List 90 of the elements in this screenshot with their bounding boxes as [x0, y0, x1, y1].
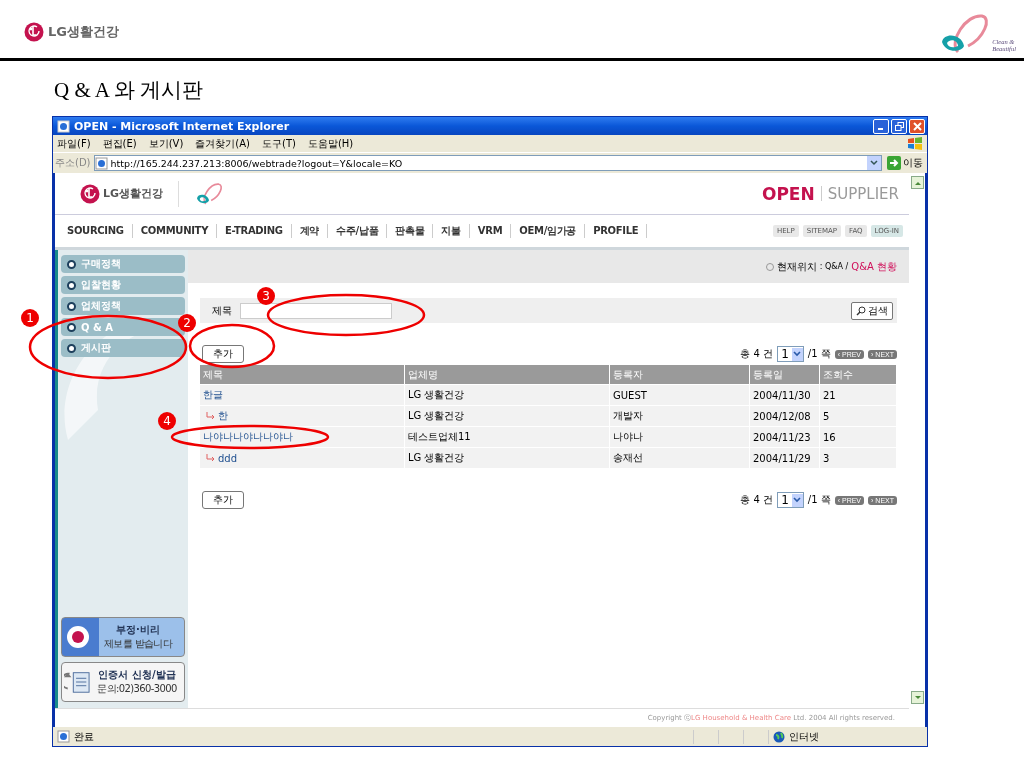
restore-icon: [894, 121, 904, 131]
page-count: /1 쪽: [807, 347, 831, 361]
close-button[interactable]: [909, 118, 925, 134]
table-cell: 2004/11/30: [750, 385, 820, 405]
post-title-link[interactable]: 한글: [203, 388, 223, 402]
page-select[interactable]: 1: [777, 346, 804, 362]
search-icon: [856, 305, 866, 316]
column-header: 제목: [200, 365, 405, 384]
windows-flag-icon: [907, 136, 923, 151]
table-cell: 21: [820, 385, 897, 405]
column-header: 등록자: [610, 365, 750, 384]
lg-logo-icon: [80, 183, 100, 204]
page-icon: [94, 156, 108, 170]
table-cell: LG 생활건강: [405, 448, 610, 468]
banner[interactable]: 인증서 신청/발급 문의:02)360-3000: [61, 662, 185, 702]
add-button[interactable]: 추가: [202, 345, 244, 363]
banner[interactable]: 부정·비리 제보를 받습니다: [61, 617, 185, 657]
address-field[interactable]: http://165.244.237.213:8006/webtrade?logout=Y&locale=KO: [93, 155, 882, 171]
lg-logo-icon: [24, 22, 44, 42]
column-header: 업체명: [405, 365, 610, 384]
post-title-link[interactable]: 한: [218, 409, 228, 423]
nav-link[interactable]: 계약: [291, 224, 329, 238]
table-cell: 3: [820, 448, 897, 468]
nav-link[interactable]: OEM/임가공: [511, 224, 586, 238]
arrow-icon: [887, 156, 901, 170]
nav-link[interactable]: 지불: [433, 224, 470, 238]
table-cell: 개발자: [610, 406, 750, 426]
search-field[interactable]: [240, 302, 392, 319]
window-title: OPEN - Microsoft Internet Explorer: [74, 119, 291, 133]
flower-icon: [64, 624, 92, 650]
location-label: 현재위치: [776, 259, 817, 274]
menu-item[interactable]: 도구(T): [262, 136, 296, 151]
table-cell: LG 생활건강: [405, 385, 610, 405]
zone-label: 인터넷: [789, 729, 819, 744]
company-logo-text: LG생활건강: [103, 186, 164, 201]
browser-page-icon: [57, 119, 70, 133]
globe-icon: [773, 730, 785, 743]
table-cell: 나야나: [610, 427, 750, 447]
total-count: 총 4 건: [740, 493, 774, 507]
nav-link[interactable]: 판촉물: [387, 224, 434, 238]
maximize-button[interactable]: [891, 118, 907, 134]
page-count: /1 쪽: [807, 493, 831, 507]
nav-link[interactable]: E-TRADING: [217, 224, 292, 238]
table-cell: 2004/11/23: [750, 427, 820, 447]
add-button[interactable]: 추가: [202, 491, 244, 509]
menu-item[interactable]: 도움말(H): [307, 136, 354, 151]
column-header: 조회수: [820, 365, 897, 384]
search-label: 제목: [212, 303, 232, 318]
page-select[interactable]: 1: [777, 492, 804, 508]
search-button[interactable]: 검색: [851, 301, 893, 320]
caret-icon: [793, 351, 802, 357]
scroll-down-icon[interactable]: [911, 691, 924, 704]
menu-item[interactable]: 즐겨찾기(A): [195, 136, 250, 151]
document-icon: [64, 669, 90, 695]
table-cell: 테스트업체11: [405, 427, 610, 447]
table-cell: 송재선: [610, 448, 750, 468]
page-icon: [57, 730, 70, 743]
go-button[interactable]: 이동: [885, 156, 925, 170]
role-label: SUPPLIER: [827, 184, 899, 203]
table-cell: 16: [820, 427, 897, 447]
menu-item[interactable]: 보기(V): [148, 136, 184, 151]
swoosh-logo-icon: [194, 181, 225, 206]
table-cell: 2004/12/08: [750, 406, 820, 426]
menu-item[interactable]: 편집(E): [102, 136, 137, 151]
address-label: 주소(D): [55, 156, 91, 170]
annotation-number: 1: [21, 309, 39, 327]
scroll-up-icon[interactable]: [911, 176, 924, 189]
nav-link[interactable]: PROFILE: [585, 224, 648, 238]
nav-link[interactable]: SOURCING: [59, 224, 133, 238]
nav-link[interactable]: COMMUNITY: [132, 224, 218, 238]
breadcrumb-link[interactable]: : Q&A /: [819, 262, 849, 271]
table-cell: 5: [820, 406, 897, 426]
dropdown-icon[interactable]: [867, 156, 881, 170]
close-icon: [912, 121, 922, 131]
caret-icon: [793, 497, 802, 503]
total-count: 총 4 건: [740, 347, 774, 361]
breadcrumb-current: Q&A 현황: [851, 259, 897, 274]
table-cell: 2004/11/29: [750, 448, 820, 468]
brand-name: OPEN: [761, 183, 815, 204]
column-header: 등록일: [750, 365, 820, 384]
table-cell: LG 생활건강: [405, 406, 610, 426]
menu-item[interactable]: 파일(F): [57, 136, 91, 151]
table-cell: GUEST: [610, 385, 750, 405]
company-logo-text: LG생활건강: [48, 23, 119, 41]
slide-title: Q & A 와 게시판: [54, 77, 205, 103]
status-text: 완료: [74, 729, 95, 744]
post-title-link[interactable]: ddd: [218, 452, 238, 464]
nav-link[interactable]: VRM: [469, 224, 512, 238]
nav-link[interactable]: 수주/납품: [328, 224, 388, 238]
minimize-button[interactable]: [873, 118, 889, 134]
